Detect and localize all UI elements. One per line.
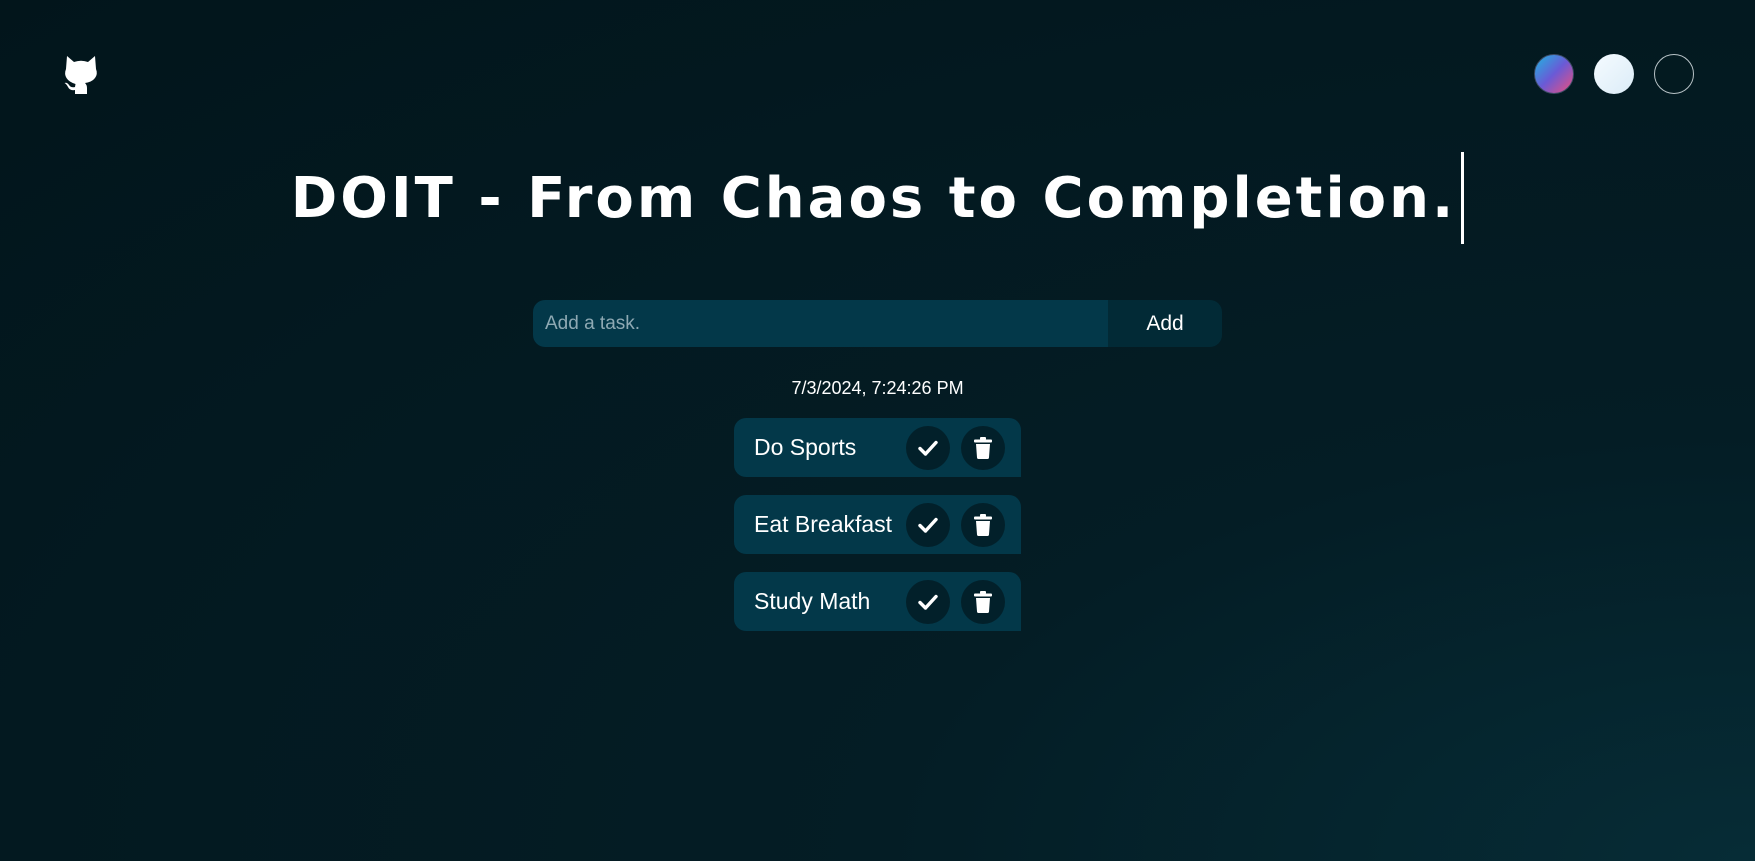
- gradient-theme-button[interactable]: [1534, 54, 1574, 94]
- complete-button[interactable]: [906, 425, 950, 470]
- typing-caret: [1461, 152, 1465, 244]
- task-label: Do Sports: [754, 434, 857, 460]
- github-icon[interactable]: [63, 54, 99, 94]
- task-input[interactable]: [533, 300, 1108, 347]
- theme-switcher: [1534, 54, 1694, 94]
- trash-icon: [974, 436, 992, 459]
- light-theme-button[interactable]: [1594, 54, 1634, 94]
- check-icon: [918, 517, 938, 533]
- title-container: DOIT - From Chaos to Completion.: [0, 152, 1755, 244]
- task-label: Study Math: [754, 588, 871, 614]
- complete-button[interactable]: [906, 579, 950, 624]
- trash-icon: [974, 590, 992, 613]
- list-item: Study Math: [734, 572, 1021, 631]
- delete-button[interactable]: [961, 425, 1005, 470]
- add-task-form: Add: [533, 300, 1222, 347]
- list-item: Do Sports: [734, 418, 1021, 477]
- page-title: DOIT - From Chaos to Completion.: [290, 165, 1457, 231]
- add-button[interactable]: Add: [1108, 300, 1222, 347]
- list-item: Eat Breakfast: [734, 495, 1021, 554]
- trash-icon: [974, 513, 992, 536]
- dark-theme-button[interactable]: [1654, 54, 1694, 94]
- check-icon: [918, 440, 938, 456]
- complete-button[interactable]: [906, 502, 950, 547]
- delete-button[interactable]: [961, 502, 1005, 547]
- task-list: Do Sports Eat Breakfast Study Math: [734, 418, 1021, 649]
- delete-button[interactable]: [961, 579, 1005, 624]
- task-label: Eat Breakfast: [754, 511, 893, 537]
- datetime-display: 7/3/2024, 7:24:26 PM: [791, 378, 964, 398]
- check-icon: [918, 594, 938, 610]
